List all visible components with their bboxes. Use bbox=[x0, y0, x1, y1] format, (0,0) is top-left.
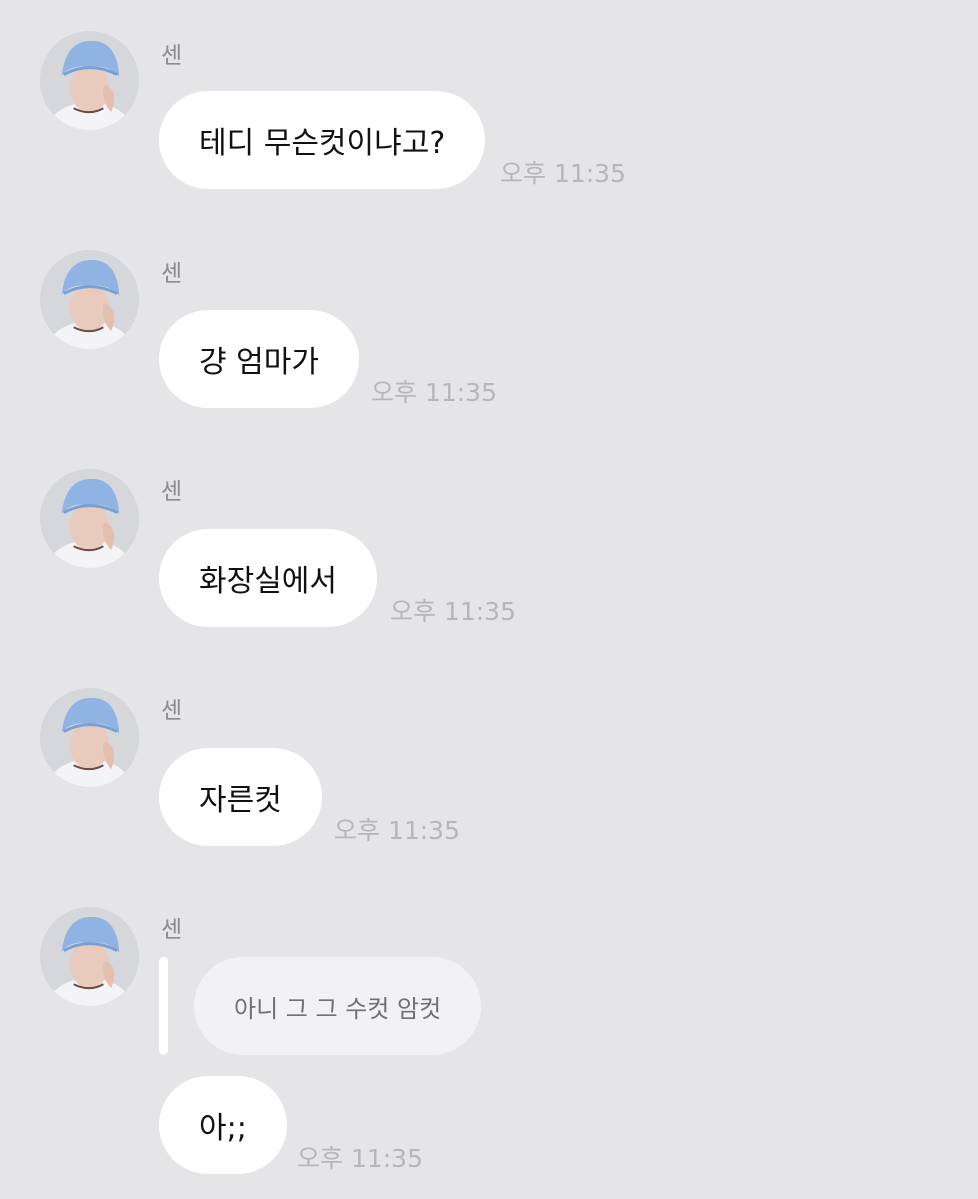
message-bubble[interactable]: 자른컷 bbox=[159, 748, 322, 846]
avatar[interactable] bbox=[40, 250, 139, 349]
message-time: 오후 11:35 bbox=[297, 1144, 423, 1173]
profile-photo-icon bbox=[40, 907, 139, 1006]
sender-name: 센 bbox=[161, 917, 183, 943]
profile-photo-icon bbox=[40, 469, 139, 568]
avatar[interactable] bbox=[40, 469, 139, 568]
avatar[interactable] bbox=[40, 907, 139, 1006]
profile-photo-icon bbox=[40, 31, 139, 130]
sender-name: 센 bbox=[161, 698, 183, 724]
sender-name: 센 bbox=[161, 43, 183, 69]
profile-photo-icon bbox=[40, 688, 139, 787]
profile-photo-icon bbox=[40, 250, 139, 349]
sender-name: 센 bbox=[161, 479, 183, 505]
quoted-message-bubble[interactable]: 아니 그 그 수컷 암컷 bbox=[194, 957, 482, 1055]
avatar[interactable] bbox=[40, 688, 139, 787]
message-bubble[interactable]: 걍 엄마가 bbox=[159, 310, 359, 408]
avatar[interactable] bbox=[40, 31, 139, 130]
message-time: 오후 11:35 bbox=[371, 378, 497, 407]
message-time: 오후 11:35 bbox=[334, 816, 460, 845]
chat-message-list[interactable]: 센 테디 무슨컷이냐고? 오후 11:35 센 걍 엄마가 오후 11:35 센… bbox=[0, 0, 978, 1199]
reply-indicator-bar bbox=[159, 957, 168, 1055]
message-bubble[interactable]: 아;; bbox=[159, 1076, 287, 1174]
message-bubble[interactable]: 화장실에서 bbox=[159, 529, 377, 627]
sender-name: 센 bbox=[161, 261, 183, 287]
message-bubble[interactable]: 테디 무슨컷이냐고? bbox=[159, 91, 486, 189]
message-time: 오후 11:35 bbox=[390, 597, 516, 626]
message-time: 오후 11:35 bbox=[500, 159, 626, 188]
